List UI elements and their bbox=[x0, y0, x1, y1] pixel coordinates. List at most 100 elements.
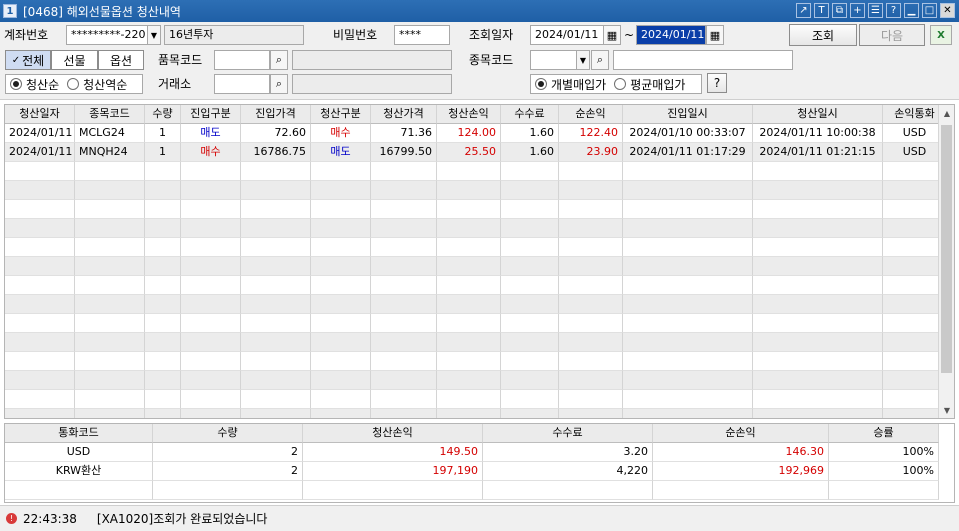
column-header[interactable]: 수수료 bbox=[501, 105, 559, 124]
text-icon[interactable]: T bbox=[814, 3, 829, 18]
column-header[interactable]: 청산일자 bbox=[5, 105, 75, 124]
table-row[interactable] bbox=[5, 162, 947, 181]
table-row[interactable] bbox=[5, 333, 947, 352]
table-row[interactable] bbox=[5, 181, 947, 200]
excel-export-icon[interactable]: X bbox=[930, 25, 952, 45]
order-desc-radio[interactable] bbox=[67, 78, 80, 90]
table-row[interactable] bbox=[5, 352, 947, 371]
column-header[interactable]: 진입구분 bbox=[181, 105, 241, 124]
table-cell bbox=[437, 390, 501, 409]
list-icon[interactable]: ☰ bbox=[868, 3, 883, 18]
table-cell bbox=[145, 219, 181, 238]
table-row[interactable] bbox=[5, 200, 947, 219]
table-cell bbox=[501, 181, 559, 200]
table-cell bbox=[371, 333, 437, 352]
filter-options-tab[interactable]: 옵션 bbox=[98, 50, 144, 70]
table-cell bbox=[241, 314, 311, 333]
date-to-input[interactable]: 2024/01/11 bbox=[636, 25, 706, 45]
password-input[interactable]: **** bbox=[394, 25, 450, 45]
individual-price-radio[interactable] bbox=[535, 78, 547, 90]
table-row[interactable] bbox=[5, 390, 947, 409]
table-cell bbox=[753, 219, 883, 238]
column-header[interactable]: 종목코드 bbox=[75, 105, 145, 124]
help-icon[interactable]: ? bbox=[886, 3, 901, 18]
filter-all-tab[interactable]: ✓ 전체 bbox=[5, 50, 51, 70]
column-header[interactable]: 청산손익 bbox=[437, 105, 501, 124]
close-icon[interactable]: ✕ bbox=[940, 3, 955, 18]
product-code-input[interactable] bbox=[214, 50, 270, 70]
account-input[interactable]: *********-220 bbox=[66, 25, 148, 45]
column-header[interactable]: 진입가격 bbox=[241, 105, 311, 124]
table-cell bbox=[437, 333, 501, 352]
plus-icon[interactable]: + bbox=[850, 3, 865, 18]
exchange-label: 거래소 bbox=[158, 77, 192, 91]
table-row[interactable]: 2024/01/11 MCLG24 1 매도 72.60 매수 71.36 124.00 1.6… bbox=[5, 124, 947, 143]
calendar-from-icon[interactable]: ▦ bbox=[603, 25, 621, 45]
summary-cell bbox=[303, 481, 483, 500]
table-row[interactable] bbox=[5, 257, 947, 276]
table-row[interactable] bbox=[5, 219, 947, 238]
vertical-scrollbar[interactable]: ▲ ▼ bbox=[938, 105, 954, 418]
scroll-up-icon[interactable]: ▲ bbox=[939, 105, 954, 121]
exchange-search-icon[interactable]: ⌕ bbox=[270, 74, 288, 94]
item-code-input[interactable] bbox=[530, 50, 578, 70]
help-button[interactable]: ? bbox=[707, 73, 727, 93]
table-cell bbox=[241, 333, 311, 352]
product-search-icon[interactable]: ⌕ bbox=[270, 50, 288, 70]
item-search-icon[interactable]: ⌕ bbox=[591, 50, 609, 70]
table-row[interactable] bbox=[5, 409, 947, 418]
order-asc-radio[interactable] bbox=[10, 78, 22, 90]
column-header[interactable]: 청산일시 bbox=[753, 105, 883, 124]
table-row[interactable] bbox=[5, 295, 947, 314]
column-header[interactable]: 진입일시 bbox=[623, 105, 753, 124]
table-cell bbox=[371, 181, 437, 200]
summary-cell: 3.20 bbox=[483, 443, 653, 462]
column-header[interactable]: 청산구분 bbox=[311, 105, 371, 124]
table-cell bbox=[241, 257, 311, 276]
next-button[interactable]: 다음 bbox=[859, 24, 925, 46]
table-row[interactable]: 2024/01/11 MNQH24 1 매수 16786.75 매도 16799.50 25.… bbox=[5, 143, 947, 162]
table-row[interactable] bbox=[5, 371, 947, 390]
summary-cell: 2 bbox=[153, 443, 303, 462]
table-cell: 122.40 bbox=[559, 124, 623, 143]
table-cell bbox=[753, 238, 883, 257]
average-price-radio[interactable] bbox=[614, 78, 627, 90]
summary-header: 통화코드 수량 청산손익 수수료 순손익 승률 bbox=[5, 424, 939, 443]
external-link-icon[interactable]: ↗ bbox=[796, 3, 811, 18]
order-radio-group: 청산순 청산역순 bbox=[5, 74, 143, 94]
table-cell bbox=[753, 162, 883, 181]
calendar-to-icon[interactable]: ▦ bbox=[706, 25, 724, 45]
date-from-input[interactable]: 2024/01/11 bbox=[530, 25, 604, 45]
maximize-icon[interactable]: □ bbox=[922, 3, 937, 18]
minimize-icon[interactable]: ▁ bbox=[904, 3, 919, 18]
table-cell bbox=[241, 238, 311, 257]
table-cell bbox=[753, 333, 883, 352]
table-cell: 25.50 bbox=[437, 143, 501, 162]
table-cell bbox=[311, 200, 371, 219]
table-cell bbox=[437, 200, 501, 219]
summary-cell: 192,969 bbox=[653, 462, 829, 481]
item-code-dropdown[interactable]: ▼ bbox=[576, 50, 590, 70]
exchange-input[interactable] bbox=[214, 74, 270, 94]
column-header[interactable]: 청산가격 bbox=[371, 105, 437, 124]
table-row[interactable] bbox=[5, 238, 947, 257]
table-cell bbox=[371, 219, 437, 238]
copy-icon[interactable]: ⧉ bbox=[832, 3, 847, 18]
query-button[interactable]: 조회 bbox=[789, 24, 857, 46]
table-cell bbox=[181, 352, 241, 371]
column-header[interactable]: 순손익 bbox=[559, 105, 623, 124]
table-row[interactable] bbox=[5, 276, 947, 295]
table-row[interactable] bbox=[5, 314, 947, 333]
summary-cell: 149.50 bbox=[303, 443, 483, 462]
status-message: [XA1020]조회가 완료되었습니다 bbox=[96, 512, 268, 526]
table-cell bbox=[75, 181, 145, 200]
scrollbar-thumb[interactable] bbox=[941, 125, 952, 373]
table-cell bbox=[145, 276, 181, 295]
table-cell bbox=[181, 314, 241, 333]
column-header[interactable]: 수량 bbox=[145, 105, 181, 124]
account-dropdown[interactable]: ▼ bbox=[147, 25, 161, 45]
table-cell bbox=[371, 238, 437, 257]
table-cell bbox=[623, 390, 753, 409]
filter-futures-tab[interactable]: 선물 bbox=[51, 50, 98, 70]
scroll-down-icon[interactable]: ▼ bbox=[939, 402, 954, 418]
